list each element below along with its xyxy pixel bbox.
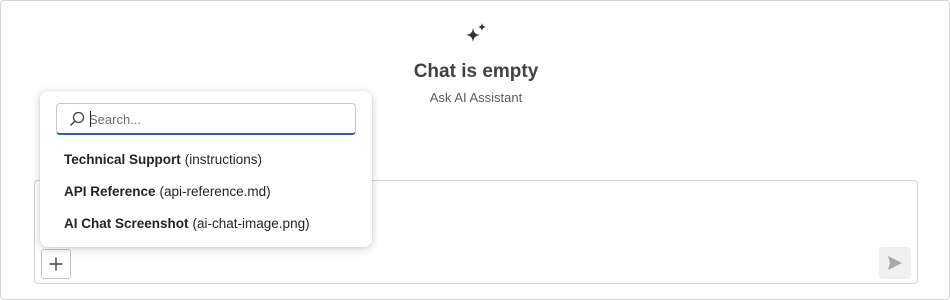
search-icon	[70, 111, 85, 126]
text-caret	[90, 111, 91, 127]
menu-item-detail: (ai-chat-image.png)	[192, 215, 310, 231]
menu-item-api-reference[interactable]: API Reference (api-reference.md)	[40, 175, 372, 207]
send-icon	[888, 256, 902, 270]
send-button[interactable]	[879, 247, 911, 279]
context-popup: Technical Support (instructions) API Ref…	[40, 91, 372, 247]
plus-icon	[49, 257, 63, 271]
attach-button[interactable]	[41, 249, 71, 279]
menu-item-ai-chat-screenshot[interactable]: AI Chat Screenshot (ai-chat-image.png)	[40, 207, 372, 239]
menu-item-name: Technical Support	[64, 151, 181, 167]
menu-list: Technical Support (instructions) API Ref…	[40, 143, 372, 239]
search-input[interactable]	[89, 109, 339, 129]
menu-item-detail: (api-reference.md)	[159, 183, 271, 199]
sparkle-icon	[466, 23, 486, 42]
empty-title: Chat is empty	[413, 61, 539, 82]
chat-window: Chat is empty Ask AI Assistant Technica	[0, 0, 950, 300]
menu-item-technical-support[interactable]: Technical Support (instructions)	[40, 143, 372, 175]
menu-item-name: AI Chat Screenshot	[64, 215, 189, 231]
search-box[interactable]	[56, 103, 356, 135]
menu-item-detail: (instructions)	[184, 151, 263, 167]
menu-item-name: API Reference	[64, 183, 156, 199]
